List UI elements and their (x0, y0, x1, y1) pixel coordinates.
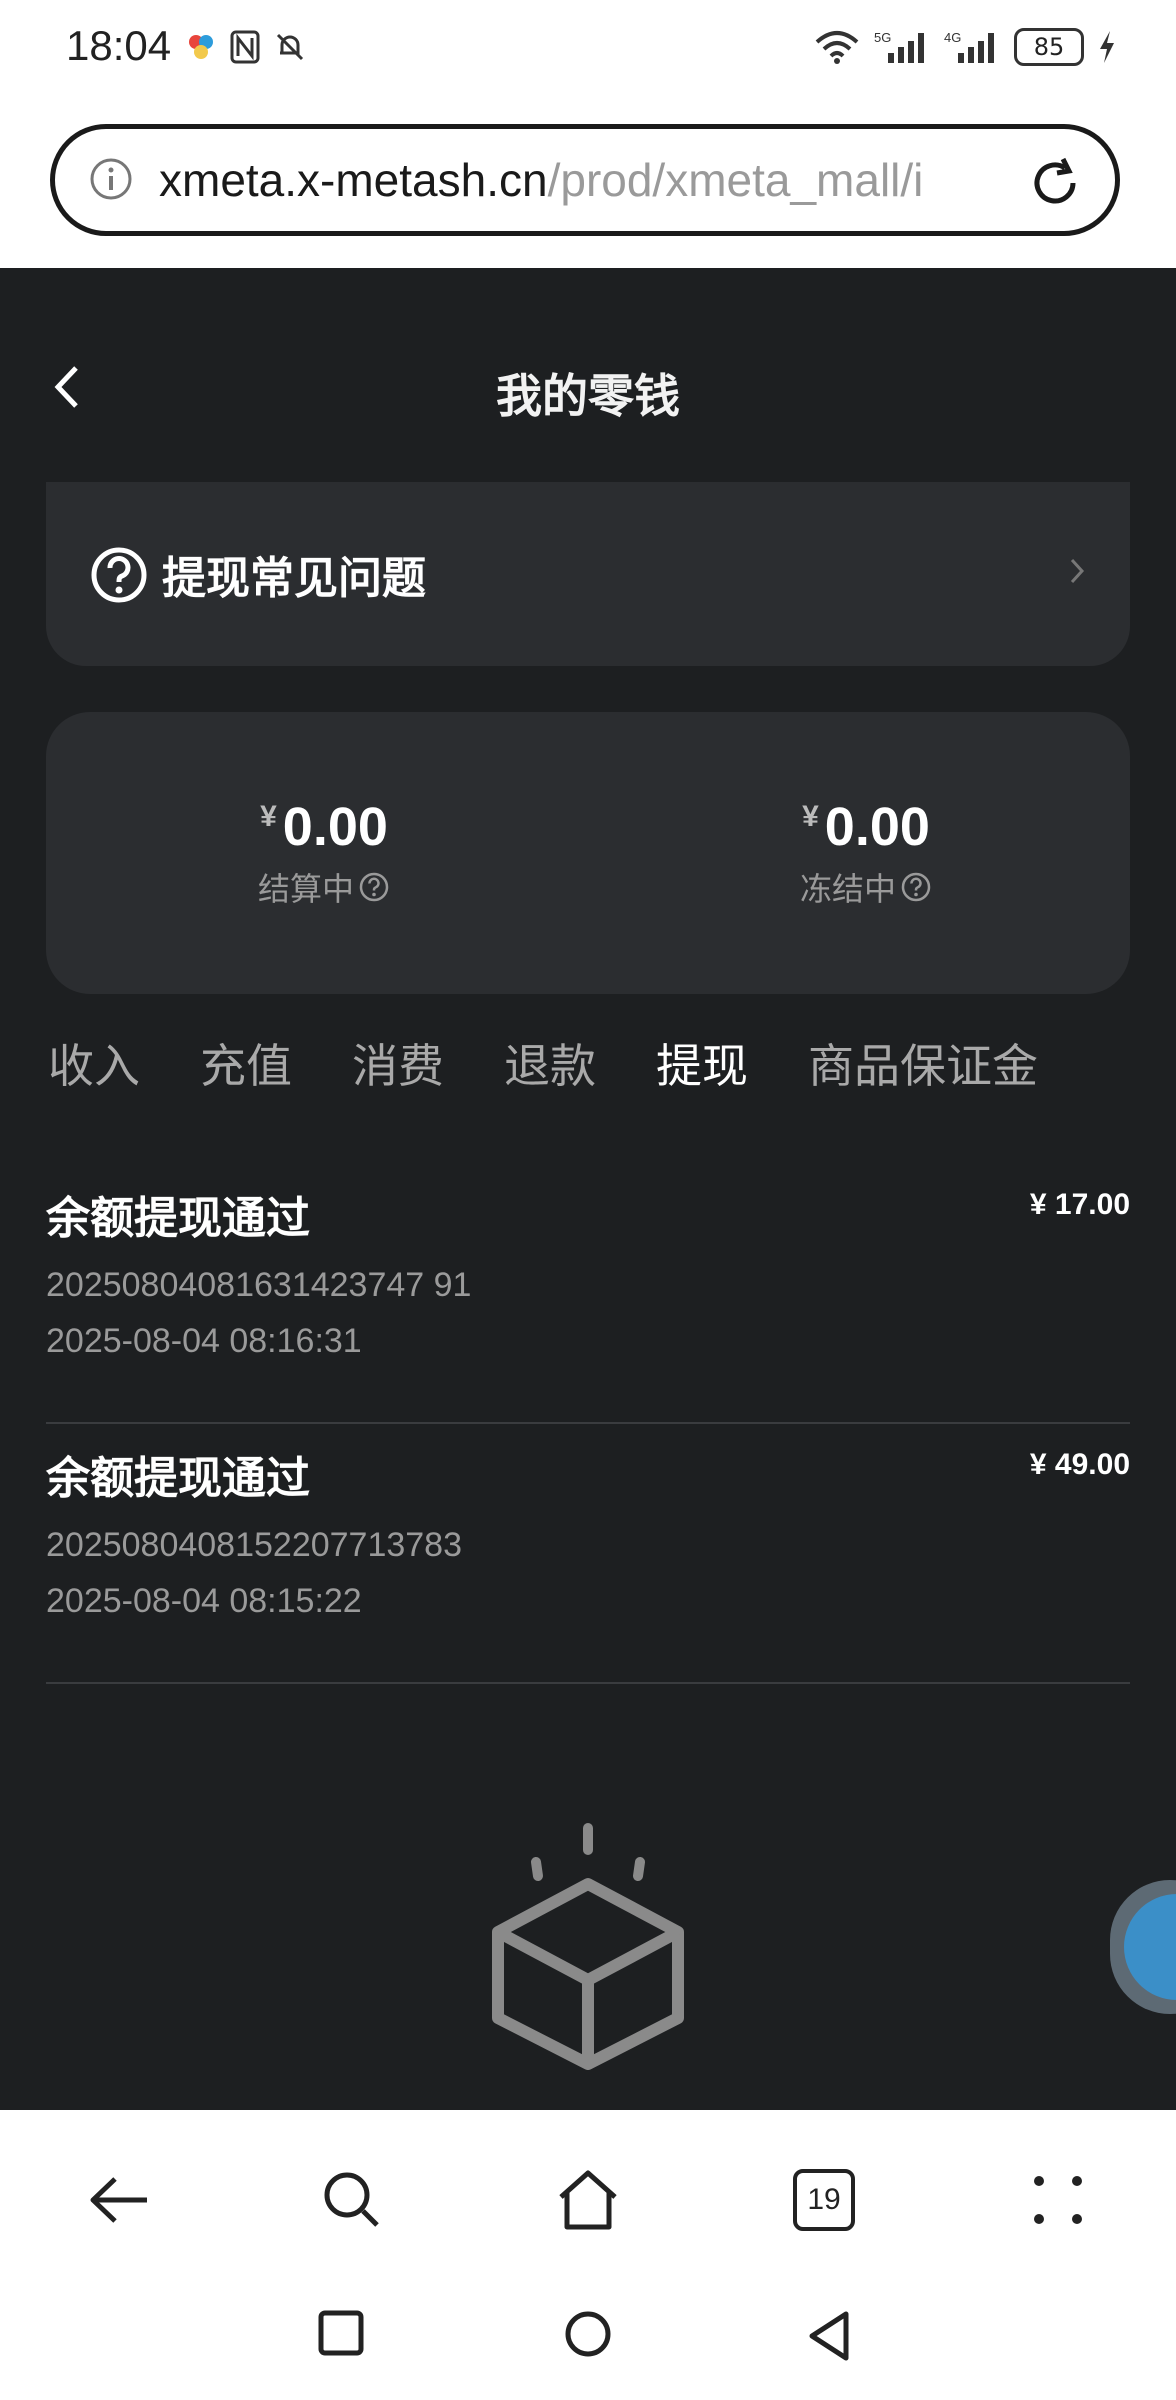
question-icon (91, 547, 147, 603)
help-icon[interactable] (900, 871, 932, 903)
chat-bubble-icon (1124, 1894, 1176, 2000)
settling-balance: ¥0.00 结算中 (154, 796, 494, 910)
back-triangle-icon[interactable] (806, 2310, 852, 2362)
menu-button[interactable] (1018, 2160, 1098, 2240)
back-button[interactable] (78, 2160, 158, 2240)
settling-amount: 0.00 (282, 797, 388, 857)
charging-icon (1100, 31, 1114, 63)
chat-float-button[interactable] (1110, 1880, 1176, 2014)
status-time: 18:04 (66, 22, 172, 69)
url-host: xmeta.x-metash.cn (159, 154, 548, 206)
record-time: 2025-08-04 08:16:31 (46, 1322, 362, 1360)
svg-text:4G: 4G (944, 30, 961, 45)
balance-card: ¥0.00 结算中 ¥0.00 冻结中 (46, 712, 1130, 994)
address-bar[interactable]: xmeta.x-metash.cn/prod/xmeta_mall/i (50, 124, 1120, 236)
info-icon[interactable] (89, 157, 133, 201)
more-dots-icon (1034, 2176, 1082, 2224)
record-amount: ¥ 49.00 (1029, 1448, 1130, 1481)
battery-indicator: 85 (1014, 28, 1084, 66)
empty-box-icon (492, 1823, 684, 2070)
frozen-amount: 0.00 (824, 797, 930, 857)
signal-4g-icon: 4G (944, 30, 994, 63)
frozen-label: 冻结中 (799, 870, 896, 908)
record-amount: ¥ 17.00 (1029, 1188, 1130, 1221)
url-path: /prod/xmeta_mall/i (547, 154, 924, 206)
tab-withdraw[interactable]: 提现 (656, 1030, 748, 1096)
tab-consumption[interactable]: 消费 (352, 1030, 444, 1096)
help-icon[interactable] (358, 871, 390, 903)
frozen-balance: ¥0.00 冻结中 (696, 796, 1036, 910)
tab-recharge[interactable]: 充值 (200, 1030, 292, 1096)
record-title: 余额提现通过 (46, 1193, 310, 1244)
list-item[interactable]: 余额提现通过 20250804081631423747 91 2025-08-0… (46, 1166, 1130, 1424)
tab-refund[interactable]: 退款 (504, 1030, 596, 1096)
tabs-button[interactable]: 19 (784, 2160, 864, 2240)
search-icon (324, 2172, 379, 2227)
url-text[interactable]: xmeta.x-metash.cn/prod/xmeta_mall/i (159, 153, 1039, 207)
search-button[interactable] (312, 2160, 392, 2240)
faq-label: 提现常见问题 (162, 553, 426, 604)
arrow-left-icon (90, 2177, 147, 2223)
list-item[interactable]: 余额提现通过 2025080408152207713783 2025-08-04… (46, 1426, 1130, 1684)
home-icon (559, 2170, 617, 2230)
record-id: 2025080408152207713783 (46, 1526, 463, 1564)
home-circle-icon[interactable] (564, 2310, 612, 2358)
nfc-icon (230, 30, 260, 64)
page-title: 我的零钱 (496, 369, 680, 423)
signal-5g-icon: 5G (874, 30, 924, 63)
system-nav-bar (0, 2280, 1176, 2400)
currency-symbol: ¥ (260, 800, 277, 833)
settling-label: 结算中 (257, 870, 354, 908)
wifi-icon (815, 31, 859, 64)
record-time: 2025-08-04 08:15:22 (46, 1582, 362, 1620)
page-header: 我的零钱 (0, 268, 1176, 482)
tab-income[interactable]: 收入 (48, 1030, 140, 1096)
chevron-right-icon (1070, 558, 1085, 584)
record-title: 余额提现通过 (46, 1453, 310, 1504)
record-tabs: 收入 充值 消费 退款 提现 商品保证金 (48, 1030, 1098, 1096)
reload-icon[interactable] (1025, 153, 1085, 213)
app-notification-icon (189, 35, 213, 59)
status-bar: 18:04 5G 4G 85 (0, 0, 1176, 100)
recents-icon[interactable] (318, 2310, 364, 2356)
browser-toolbar: 19 (0, 2110, 1176, 2280)
tab-count-badge: 19 (793, 2169, 855, 2231)
mute-icon (276, 33, 304, 61)
faq-row[interactable]: 提现常见问题 (46, 482, 1130, 666)
svg-text:5G: 5G (874, 30, 891, 45)
record-id: 20250804081631423747 91 (46, 1266, 472, 1304)
currency-symbol: ¥ (802, 800, 819, 833)
tab-deposit[interactable]: 商品保证金 (808, 1030, 1038, 1096)
browser-address-area: xmeta.x-metash.cn/prod/xmeta_mall/i (0, 100, 1176, 268)
home-button[interactable] (548, 2160, 628, 2240)
